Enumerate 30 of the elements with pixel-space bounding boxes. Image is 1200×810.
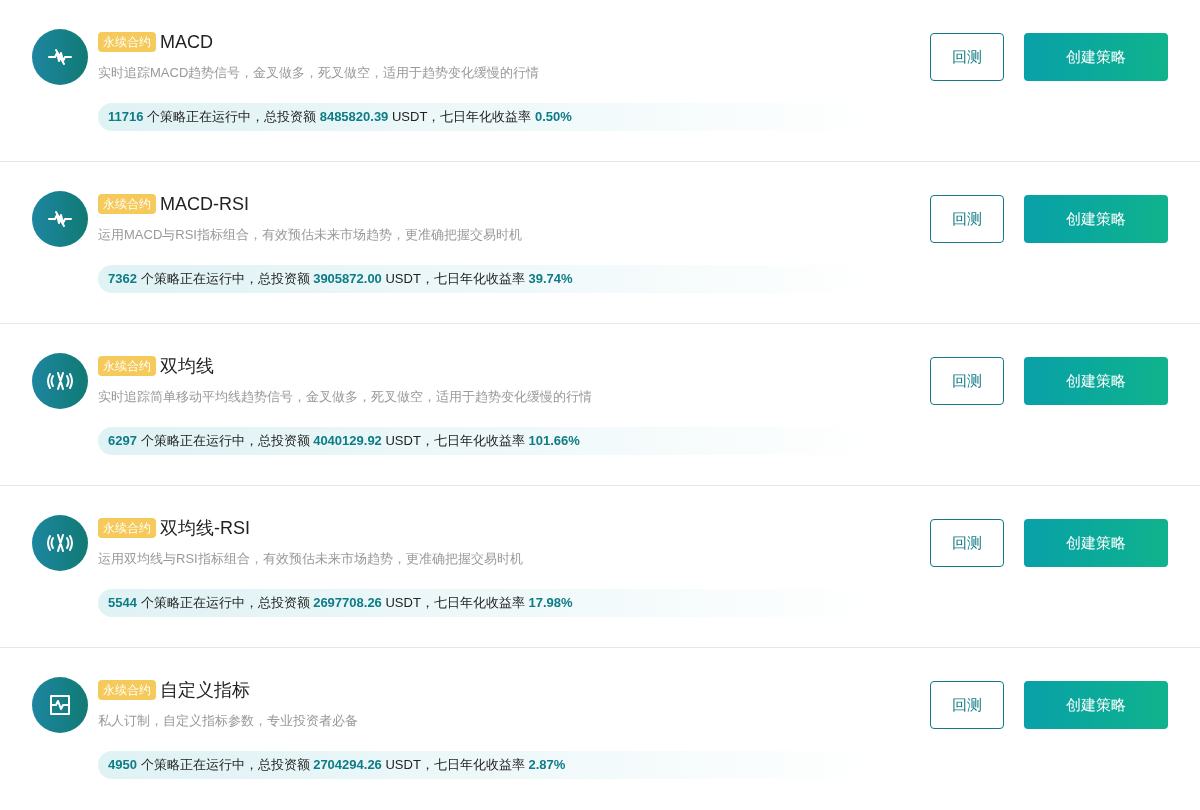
tag-label: 永续合约 <box>98 518 156 538</box>
tag-label: 永续合约 <box>98 356 156 376</box>
strategy-description: 实时追踪MACD趋势信号，金叉做多，死叉做空，适用于趋势变化缓慢的行情 <box>98 64 541 82</box>
tag-label: 永续合约 <box>98 680 156 700</box>
signal-cross-icon <box>32 353 88 409</box>
strategy-title: 自定义指标 <box>160 679 250 701</box>
strategy-description: 私人订制，自定义指标参数，专业投资者必备 <box>98 712 359 730</box>
strategy-description: 运用MACD与RSI指标组合，有效预估未来市场趋势，更准确把握交易时机 <box>98 226 523 244</box>
create-strategy-button[interactable]: 创建策略 <box>1024 195 1168 243</box>
strategy-title: MACD-RSI <box>160 193 249 215</box>
pulse-cross-icon <box>32 29 88 85</box>
backtest-button[interactable]: 回测 <box>930 681 1004 729</box>
backtest-button[interactable]: 回测 <box>930 357 1004 405</box>
strategy-title: MACD <box>160 31 213 53</box>
tag-label: 永续合约 <box>98 194 156 214</box>
strategy-description: 运用双均线与RSI指标组合，有效预估未来市场趋势，更准确把握交易时机 <box>98 550 524 568</box>
create-strategy-button[interactable]: 创建策略 <box>1024 681 1168 729</box>
pulse-cross-icon <box>32 191 88 247</box>
create-strategy-button[interactable]: 创建策略 <box>1024 519 1168 567</box>
backtest-button[interactable]: 回测 <box>930 33 1004 81</box>
create-strategy-button[interactable]: 创建策略 <box>1024 357 1168 405</box>
strategy-title: 双均线-RSI <box>160 517 250 539</box>
create-strategy-button[interactable]: 创建策略 <box>1024 33 1168 81</box>
strategy-description: 实时追踪简单移动平均线趋势信号，金叉做多，死叉做空，适用于趋势变化缓慢的行情 <box>98 388 593 406</box>
strategy-title: 双均线 <box>160 355 214 377</box>
tag-label: 永续合约 <box>98 32 156 52</box>
backtest-button[interactable]: 回测 <box>930 519 1004 567</box>
backtest-button[interactable]: 回测 <box>930 195 1004 243</box>
monitor-icon <box>32 677 88 733</box>
signal-cross-icon <box>32 515 88 571</box>
